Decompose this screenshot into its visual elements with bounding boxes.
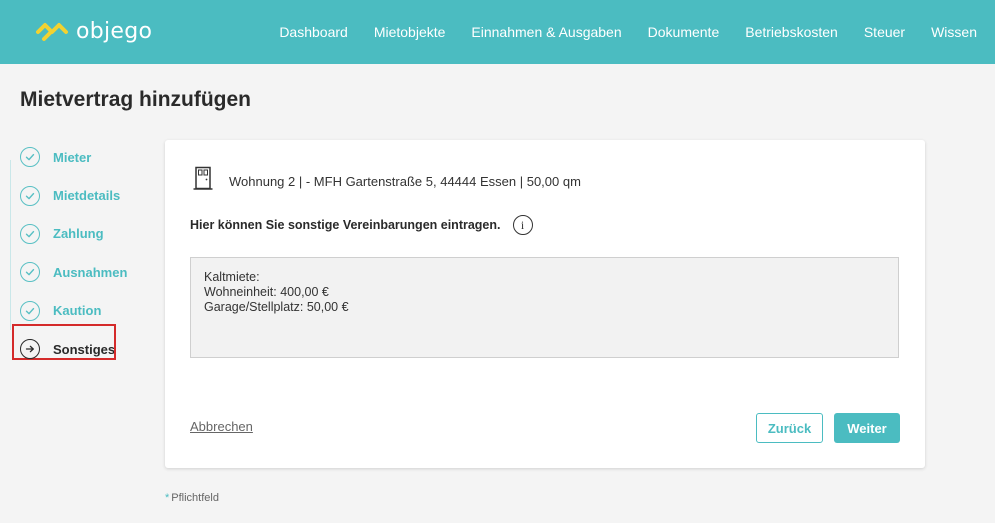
- textarea-line: Kaltmiete:: [204, 270, 260, 284]
- info-icon[interactable]: i: [512, 215, 533, 235]
- hint-row: Hier können Sie sonstige Vereinbarungen …: [190, 215, 533, 235]
- check-icon: [20, 185, 40, 206]
- step-mietdetails[interactable]: Mietdetails: [20, 176, 130, 214]
- main-nav: Dashboard Mietobjekte Einnahmen & Ausgab…: [253, 0, 977, 64]
- step-label: Kaution: [53, 303, 102, 319]
- page-title: Mietvertrag hinzufügen: [20, 88, 252, 111]
- step-ausnahmen[interactable]: Ausnahmen: [20, 253, 130, 291]
- required-field-note: * Pflichtfeld: [165, 492, 219, 504]
- back-button[interactable]: Zurück: [756, 413, 823, 443]
- nav-dashboard[interactable]: Dashboard: [279, 24, 348, 40]
- logo-mark-icon: [36, 23, 68, 41]
- textarea-line: Garage/Stellplatz: 50,00 €: [204, 300, 349, 314]
- nav-einnahmen-ausgaben[interactable]: Einnahmen & Ausgaben: [471, 24, 621, 40]
- check-icon: [20, 147, 40, 168]
- arrow-right-icon: [20, 339, 40, 360]
- stepper-connector-line: [10, 160, 11, 330]
- section-hint: Hier können Sie sonstige Vereinbarungen …: [190, 218, 501, 232]
- nav-mietobjekte[interactable]: Mietobjekte: [374, 24, 446, 40]
- required-note-text: Pflichtfeld: [171, 492, 219, 504]
- step-label: Mietdetails: [53, 188, 121, 204]
- textarea-line: Wohneinheit: 400,00 €: [204, 285, 329, 299]
- unit-info-row: Wohnung 2 | - MFH Gartenstraße 5, 44444 …: [193, 166, 581, 197]
- step-mieter[interactable]: Mieter: [20, 138, 130, 176]
- nav-betriebskosten[interactable]: Betriebskosten: [745, 24, 838, 40]
- top-navigation-bar: objego Dashboard Mietobjekte Einnahmen &…: [0, 0, 995, 64]
- step-zahlung[interactable]: Zahlung: [20, 215, 130, 253]
- nav-steuer[interactable]: Steuer: [864, 24, 905, 40]
- brand-name: objego: [76, 18, 153, 44]
- next-button[interactable]: Weiter: [834, 413, 900, 443]
- other-agreements-textarea[interactable]: Kaltmiete: Wohneinheit: 400,00 € Garage/…: [190, 257, 899, 358]
- check-icon: [20, 223, 40, 244]
- nav-dokumente[interactable]: Dokumente: [648, 24, 720, 40]
- step-label: Mieter: [53, 149, 92, 165]
- unit-info-text: Wohnung 2 | - MFH Gartenstraße 5, 44444 …: [229, 174, 581, 189]
- check-icon: [20, 262, 40, 283]
- cancel-link[interactable]: Abbrechen: [190, 419, 253, 434]
- step-label: Zahlung: [53, 226, 104, 242]
- brand-logo[interactable]: objego: [36, 18, 152, 44]
- form-card: Wohnung 2 | - MFH Gartenstraße 5, 44444 …: [165, 140, 925, 468]
- step-label: Ausnahmen: [53, 264, 128, 280]
- nav-wissen[interactable]: Wissen: [931, 24, 977, 40]
- door-icon: [193, 166, 213, 197]
- check-icon: [20, 300, 40, 321]
- required-star: *: [165, 492, 170, 504]
